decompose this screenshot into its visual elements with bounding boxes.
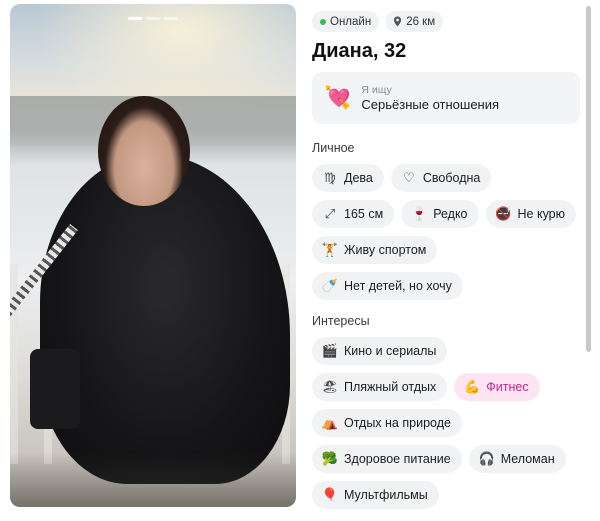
scrollbar-thumb[interactable]	[586, 6, 591, 352]
personal-chip: ♍ Дева	[312, 164, 384, 192]
profile-photo[interactable]	[10, 4, 296, 507]
personal-chip: 🏋 Живу спортом	[312, 236, 438, 264]
profile-info: Онлайн 26 км Диана, 32 💘 Я ищу Серьёзные…	[312, 11, 580, 509]
personal-chip: ⤢ 165 см	[312, 200, 395, 228]
dumbbell-icon: 🏋	[321, 242, 339, 257]
seeking-label: Я ищу	[361, 84, 392, 96]
photo-page-dot[interactable]	[164, 17, 178, 20]
personal-chip: 🚭 Не курю	[485, 200, 577, 228]
distance-label: 26 км	[406, 15, 436, 28]
personal-chip: ♡ Свободна	[390, 164, 492, 192]
interests-chip: 🎈 Мультфильмы	[312, 481, 439, 509]
interests-chip-label: Кино и сериалы	[344, 344, 437, 358]
personal-chip-label: Редко	[433, 207, 468, 221]
profile-name-age: Диана, 32	[312, 40, 407, 62]
broccoli-icon: 🥦	[321, 451, 339, 466]
location-pin-icon	[394, 16, 402, 27]
personal-chip-label: Нет детей, но хочу	[344, 279, 452, 293]
online-dot-icon	[320, 18, 326, 25]
heart-outline-icon: ♡	[403, 170, 415, 185]
status-row: Онлайн 26 км	[312, 11, 580, 32]
interests-chip-label: Здоровое питание	[344, 452, 451, 466]
personal-chips: ♍ Дева ♡ Свободна ⤢ 165 см 🍷 Редко 🚭 Не курю 🏋 Живу…	[312, 164, 580, 300]
balloon-icon: 🎈	[321, 487, 339, 502]
photo-foreground	[10, 452, 296, 507]
personal-chip-label: Дева	[344, 171, 373, 185]
seeking-card: 💘 Я ищу Серьёзные отношения	[312, 72, 580, 124]
seeking-value: Серьёзные отношения	[361, 97, 500, 112]
virgo-icon: ♍	[324, 170, 336, 185]
interests-chip: 🏖 Пляжный отдых	[312, 373, 448, 401]
interests-chip-label: Отдых на природе	[344, 416, 451, 430]
personal-chip-label: 165 см	[344, 207, 384, 221]
personal-chip: 🍼 Нет детей, но хочу	[312, 272, 463, 300]
personal-chip: 🍷 Редко	[401, 200, 479, 228]
interests-chip: 🎧 Меломан	[468, 445, 566, 473]
baby-bottle-icon: 🍼	[321, 278, 339, 293]
interests-chip-label: Меломан	[500, 452, 555, 466]
photo-person-jacket	[40, 154, 290, 484]
personal-chip-label: Свободна	[422, 171, 481, 185]
interests-chip: 🥦 Здоровое питание	[312, 445, 462, 473]
height-arrows-icon: ⤢	[324, 206, 336, 221]
no-smoking-icon: 🚭	[495, 206, 512, 221]
distance-badge: 26 км	[385, 11, 444, 32]
interests-chip-label: Мультфильмы	[344, 488, 428, 502]
interests-chip: 🎬 Кино и сериалы	[312, 337, 448, 365]
beach-umbrella-icon: 🏖	[321, 379, 339, 394]
photo-person-head	[98, 96, 190, 206]
photo-page-dot[interactable]	[128, 17, 142, 20]
heart-with-arrow-icon: 💘	[324, 85, 352, 110]
clapperboard-icon: 🎬	[321, 343, 339, 358]
photo-pagination	[128, 17, 178, 20]
personal-chip-label: Не курю	[517, 207, 566, 221]
online-badge: Онлайн	[312, 11, 380, 32]
online-label: Онлайн	[330, 15, 372, 28]
personal-section-title: Личное	[312, 141, 355, 155]
personal-chip-label: Живу спортом	[344, 243, 427, 257]
interest-chips: 🎬 Кино и сериалы 🏖 Пляжный отдых 💪 Фитнес ⛺ Отд…	[312, 337, 580, 509]
interests-chip: ⛺ Отдых на природе	[312, 409, 462, 437]
interests-section-title: Интересы	[312, 314, 370, 328]
interests-chip-label: Фитнес	[486, 380, 529, 394]
headphones-icon: 🎧	[478, 451, 495, 466]
camping-tent-icon: ⛺	[321, 415, 339, 430]
interests-chip-label: Пляжный отдых	[344, 380, 437, 394]
interests-chip: 💪 Фитнес	[454, 373, 540, 401]
photo-bag	[30, 349, 80, 429]
flexed-biceps-icon: 💪	[464, 379, 481, 394]
wine-glass-icon: 🍷	[411, 206, 428, 221]
photo-page-dot[interactable]	[146, 17, 160, 20]
